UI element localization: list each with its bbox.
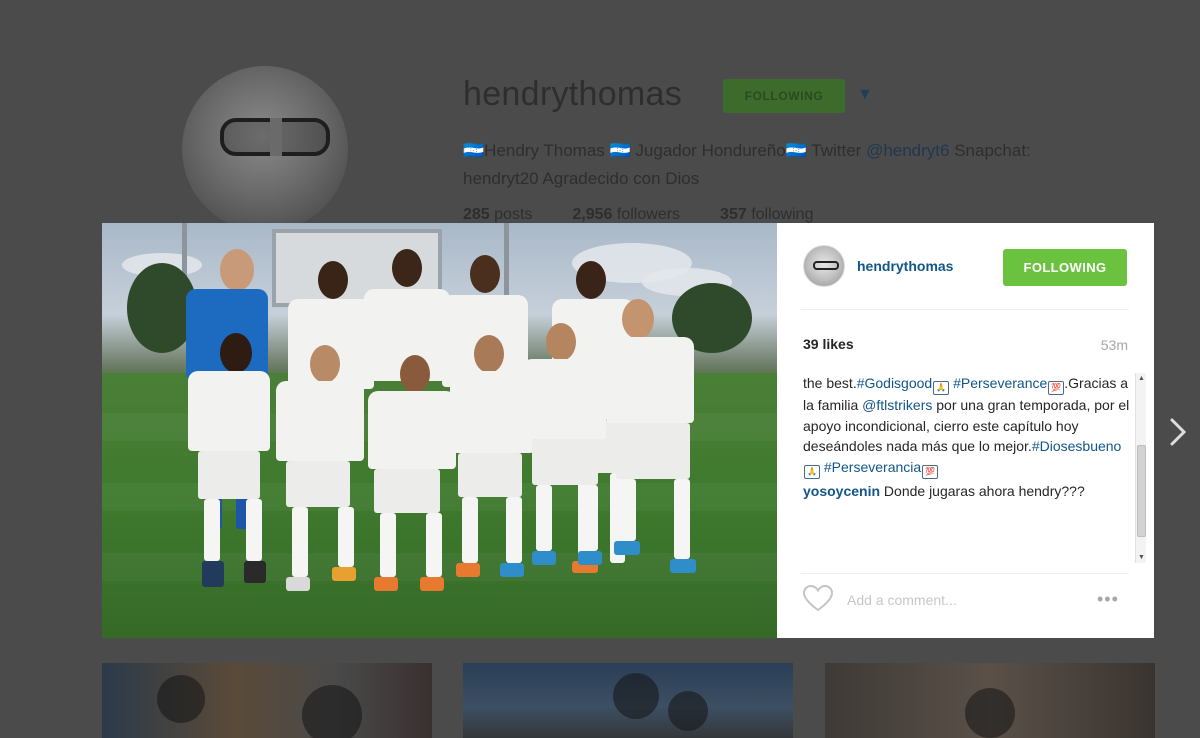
followers-count: 2,956 [572, 206, 613, 223]
profile-bio: 🇭🇳Hendry Thomas 🇭🇳 Jugador Hondureño🇭🇳 T… [463, 137, 1123, 193]
footer-divider [801, 573, 1129, 574]
profile-username: hendrythomas [463, 75, 683, 113]
follow-dropdown-icon[interactable]: ▼ [857, 86, 873, 104]
comment-text: Donde jugaras ahora hendry??? [880, 482, 1085, 499]
posts-stat[interactable]: 285 posts [463, 206, 532, 224]
hashtag-link[interactable]: #Godisgood [857, 375, 933, 391]
pray-emoji-icon: 🙏 [804, 464, 820, 479]
post-detail-panel: hendrythomas FOLLOWING 39 likes 53m the … [777, 223, 1154, 638]
chevron-right-icon[interactable] [1164, 412, 1192, 452]
followers-stat[interactable]: 2,956 followers [572, 206, 680, 224]
comments-scrollbar[interactable]: ▲ ▼ [1135, 373, 1146, 563]
following-count: 357 [720, 206, 747, 223]
avatar-glasses [813, 261, 839, 270]
following-button[interactable]: FOLLOWING [1003, 249, 1127, 286]
caption-text: the best.#Godisgood 🙏 #Perseverance 💯 .Grac… [803, 373, 1131, 479]
post-timestamp: 53m [1100, 337, 1128, 353]
following-label: following [751, 206, 814, 223]
post-author-username[interactable]: hendrythomas [857, 258, 953, 274]
hashtag-link[interactable]: #Perseverance [953, 375, 1047, 391]
comment-author[interactable]: yosoycenin [803, 483, 880, 499]
posts-label: posts [494, 206, 533, 223]
bio-line1: 🇭🇳Hendry Thomas 🇭🇳 Jugador Hondureño🇭🇳 T… [463, 141, 867, 160]
profile-following-button[interactable]: FOLLOWING [723, 79, 845, 113]
header-divider [801, 309, 1129, 310]
comment-input[interactable] [847, 588, 1067, 612]
comment-item: yosoycenin Donde jugaras ahora hendry??? [803, 481, 1131, 502]
hundred-emoji-icon: 💯 [1048, 381, 1065, 395]
hundred-emoji-icon: 💯 [922, 464, 939, 479]
pray-emoji-icon: 🙏 [933, 381, 950, 395]
post-author-avatar[interactable] [803, 245, 845, 287]
post-photo[interactable] [102, 223, 777, 638]
grid-thumbnail[interactable] [825, 663, 1155, 738]
scrollbar-thumb[interactable] [1137, 445, 1146, 537]
scroll-down-icon[interactable]: ▼ [1137, 554, 1146, 561]
mention-link[interactable]: @ftlstrikers [862, 397, 932, 413]
followers-label: followers [616, 206, 681, 223]
bio-line1-tail: Snapchat: [949, 141, 1031, 160]
grid-thumbnail[interactable] [463, 663, 793, 738]
heart-icon[interactable] [802, 584, 834, 613]
bio-twitter-link[interactable]: @hendryt6 [866, 141, 949, 160]
caption-part: the best. [803, 375, 857, 391]
hashtag-link[interactable]: #Diosesbueno [1032, 438, 1122, 454]
profile-avatar [182, 66, 348, 232]
comments-list: the best.#Godisgood 🙏 #Perseverance 💯 .Grac… [803, 373, 1131, 563]
likes-count[interactable]: 39 likes [803, 336, 854, 352]
more-options-icon[interactable]: ••• [1097, 589, 1129, 609]
posts-count: 285 [463, 206, 490, 223]
bio-line2: hendryt20 Agradecido con Dios [463, 169, 700, 188]
hashtag-link[interactable]: #Perseverancia [824, 459, 921, 475]
scroll-up-icon[interactable]: ▲ [1137, 375, 1146, 382]
grid-thumbnail[interactable] [102, 663, 432, 738]
avatar-glasses [220, 118, 330, 156]
profile-stats: 285 posts 2,956 followers 357 following [463, 206, 963, 224]
following-stat[interactable]: 357 following [720, 206, 813, 224]
